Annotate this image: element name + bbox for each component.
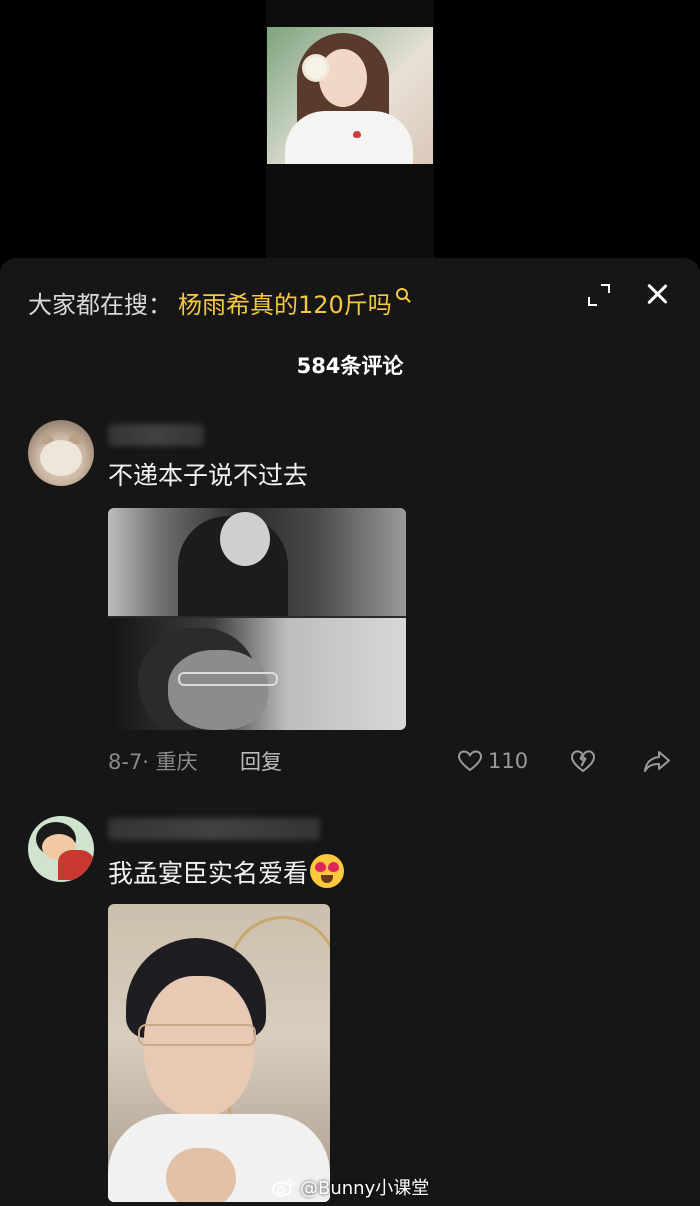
search-icon (395, 288, 408, 300)
trending-search-term[interactable]: 杨雨希真的120斤吗 (178, 285, 392, 320)
comment-date-location: 8-7· 重庆 (108, 750, 198, 774)
comment-sheet: 大家都在搜： 杨雨希真的120斤吗 584条评论 不递本子说不过去 8-7· 重… (0, 258, 700, 1206)
close-icon[interactable] (643, 280, 671, 308)
thumbnail-flower (305, 57, 327, 79)
heart-icon (458, 750, 482, 772)
comment-count: 584条评论 (296, 354, 404, 378)
like-count: 110 (488, 749, 529, 773)
thumbnail-shirt (285, 111, 413, 164)
comment-text: 我孟宴臣实名爱看 (108, 854, 345, 890)
weibo-icon (272, 1177, 296, 1197)
comment-image[interactable] (108, 904, 330, 1202)
avatar[interactable] (28, 420, 94, 486)
watermark-text: @Bunny小课堂 (300, 1178, 430, 1199)
username-blurred[interactable] (108, 818, 320, 840)
trending-search[interactable]: 大家都在搜： 杨雨希真的120斤吗 (28, 282, 408, 322)
video-thumbnail[interactable] (267, 27, 433, 164)
comment-image[interactable] (108, 508, 406, 730)
username-blurred[interactable] (108, 424, 204, 446)
like-button[interactable]: 110 (458, 748, 528, 774)
expand-icon[interactable] (588, 284, 610, 306)
reply-button[interactable]: 回复 (240, 746, 282, 776)
dislike-icon[interactable] (570, 749, 596, 773)
watermark: @Bunny小课堂 (272, 1175, 429, 1199)
video-player[interactable] (0, 0, 700, 270)
thumbnail-shirt-logo (353, 131, 361, 138)
comment-text: 不递本子说不过去 (108, 461, 309, 490)
comment-text-content: 我孟宴臣实名爱看 (108, 859, 309, 888)
heart-eyes-emoji-icon (310, 854, 345, 888)
trending-search-prefix: 大家都在搜： (28, 290, 172, 319)
share-icon[interactable] (643, 749, 671, 773)
thumbnail-face (319, 49, 367, 107)
avatar[interactable] (28, 816, 94, 882)
